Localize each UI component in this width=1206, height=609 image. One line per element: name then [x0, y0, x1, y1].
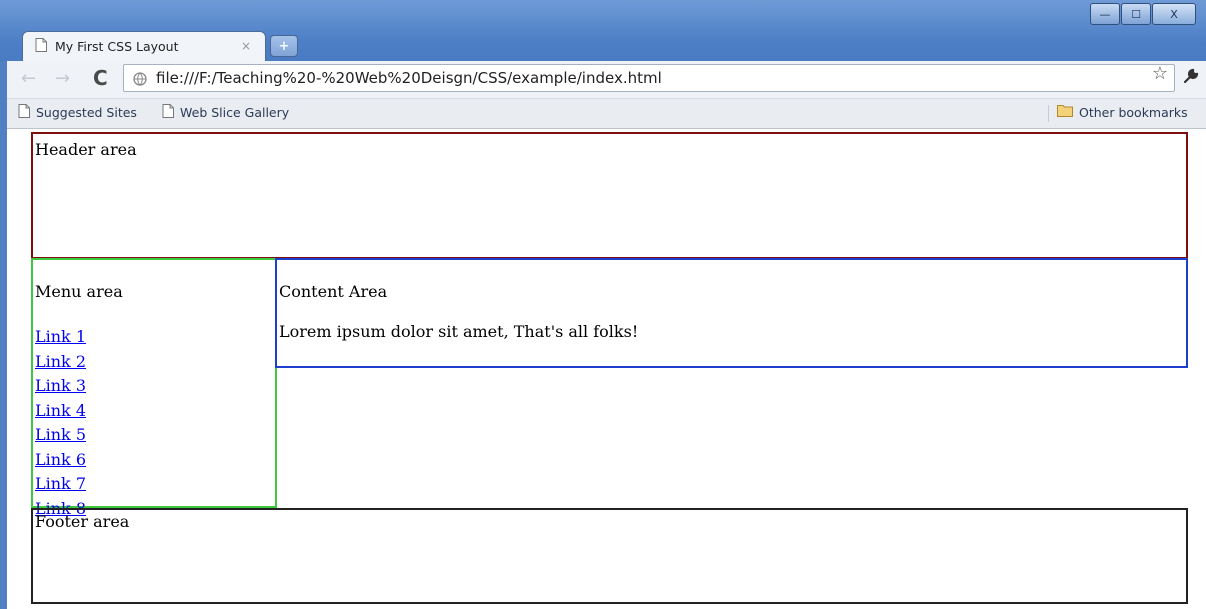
header-text: Header area — [35, 140, 137, 159]
header-area: Header area — [31, 132, 1188, 259]
content-area: Content Area Lorem ipsum dolor sit amet,… — [275, 258, 1188, 368]
menu-link-4[interactable]: Link 4 — [35, 399, 273, 424]
reload-button[interactable]: C — [93, 66, 108, 90]
other-bookmarks-button[interactable]: Other bookmarks — [1057, 104, 1188, 120]
minimize-button[interactable]: — — [1090, 3, 1120, 25]
wrench-icon[interactable] — [1182, 67, 1200, 90]
back-button[interactable]: ← — [21, 68, 36, 89]
window-controls: — ☐ X — [1089, 3, 1196, 25]
page-viewport: Header area Menu area Link 1 Link 2 Link… — [7, 129, 1206, 609]
close-window-button[interactable]: X — [1152, 3, 1196, 25]
menu-link-1[interactable]: Link 1 — [35, 325, 273, 350]
menu-link-2[interactable]: Link 2 — [35, 350, 273, 375]
menu-links: Link 1 Link 2 Link 3 Link 4 Link 5 Link … — [35, 325, 273, 521]
address-bar[interactable]: file:///F:/Teaching%20-%20Web%20Deisgn/C… — [123, 64, 1175, 92]
menu-link-6[interactable]: Link 6 — [35, 448, 273, 473]
tab-active[interactable]: My First CSS Layout × — [22, 31, 266, 61]
tab-title: My First CSS Layout — [55, 39, 179, 54]
footer-text: Footer area — [35, 512, 130, 531]
content-text: Lorem ipsum dolor sit amet, That's all f… — [279, 322, 639, 341]
new-tab-button[interactable]: + — [270, 35, 298, 57]
bookmark-web-slice-gallery[interactable]: Web Slice Gallery — [162, 104, 289, 121]
folder-icon — [1057, 104, 1073, 120]
globe-icon — [133, 71, 147, 90]
page-icon — [18, 104, 30, 121]
tab-close-icon[interactable]: × — [241, 39, 251, 53]
browser-toolbar: ← → C file:///F:/Teaching%20-%20Web%20De… — [7, 61, 1206, 99]
bookmarks-divider — [1048, 105, 1049, 122]
maximize-button[interactable]: ☐ — [1121, 3, 1151, 25]
page-icon — [35, 37, 47, 56]
page-icon — [162, 104, 174, 121]
content-title: Content Area — [279, 282, 388, 301]
bookmark-suggested-sites[interactable]: Suggested Sites — [18, 104, 137, 121]
menu-title: Menu area — [35, 282, 123, 301]
url-text: file:///F:/Teaching%20-%20Web%20Deisgn/C… — [156, 69, 662, 87]
menu-link-7[interactable]: Link 7 — [35, 472, 273, 497]
forward-button[interactable]: → — [55, 68, 70, 89]
window-titlebar: — ☐ X My First CSS Layout × + — [0, 0, 1206, 62]
menu-area: Menu area Link 1 Link 2 Link 3 Link 4 Li… — [31, 258, 277, 518]
menu-link-5[interactable]: Link 5 — [35, 423, 273, 448]
bookmark-label: Suggested Sites — [36, 105, 137, 120]
bookmark-star-icon[interactable]: ☆ — [1152, 63, 1168, 84]
menu-link-3[interactable]: Link 3 — [35, 374, 273, 399]
other-bookmarks-label: Other bookmarks — [1079, 104, 1188, 120]
bookmark-label: Web Slice Gallery — [180, 105, 290, 120]
footer-area: Footer area — [31, 508, 1188, 604]
bookmarks-bar: Suggested Sites Web Slice Gallery Other … — [7, 99, 1206, 129]
